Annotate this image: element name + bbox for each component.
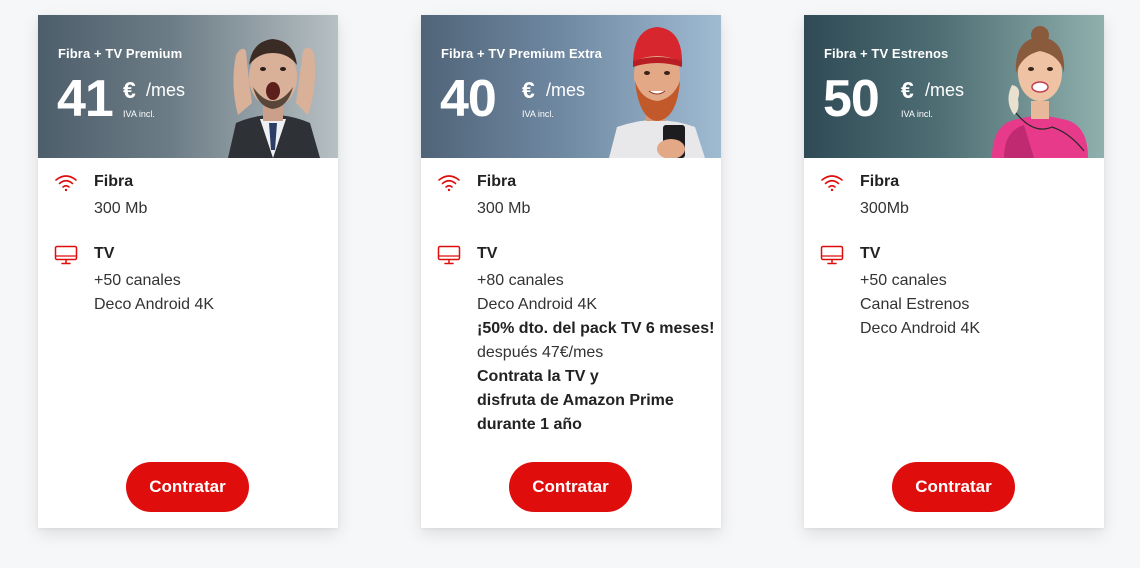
wifi-icon (55, 175, 77, 192)
plan-hero-banner: Fibra + TV Premium Extra 40 € /mes IVA i… (421, 15, 721, 158)
feature-detail: Deco Android 4K (860, 320, 981, 337)
currency-symbol: € (522, 77, 535, 103)
tax-note: IVA incl. (522, 109, 554, 119)
feature-title: Fibra (477, 173, 517, 190)
currency-symbol: € (123, 77, 136, 103)
feature-detail: +50 canales (860, 272, 947, 289)
wifi-icon (438, 175, 460, 192)
price-period: /mes (546, 80, 586, 100)
feature-detail: +80 canales (477, 272, 564, 289)
tax-note: IVA incl. (901, 109, 933, 119)
feature-title: TV (860, 245, 881, 262)
plan-card-fibra-tv-premium: Fibra + TV Premium 41 € /mes IVA incl. F… (38, 15, 338, 528)
feature-title: Fibra (94, 173, 134, 190)
contratar-button[interactable]: Contratar (126, 462, 249, 512)
feature-detail: Deco Android 4K (94, 296, 215, 313)
tax-note: IVA incl. (123, 109, 155, 119)
price-period: /mes (925, 80, 965, 100)
feature-detail: 300 Mb (94, 200, 148, 217)
person-photo-man-with-phone (609, 27, 705, 158)
monitor-icon (437, 245, 461, 265)
plan-price: 50 (823, 70, 880, 128)
plan-card-fibra-tv-estrenos: Fibra + TV Estrenos 50 € /mes IVA incl. … (804, 15, 1104, 528)
wifi-icon (821, 175, 843, 192)
feature-detail: Deco Android 4K (477, 296, 598, 313)
person-photo-surprised-man (228, 39, 320, 158)
plan-price: 40 (440, 70, 497, 128)
promo-amazon-prime: durante 1 año (477, 416, 582, 433)
promo-amazon-prime: disfruta de Amazon Prime (477, 392, 674, 409)
contratar-button[interactable]: Contratar (892, 462, 1015, 512)
currency-symbol: € (901, 77, 914, 103)
contratar-button[interactable]: Contratar (509, 462, 632, 512)
promo-discount: ¡50% dto. del pack TV 6 meses! (477, 320, 715, 337)
feature-detail: 300 Mb (477, 200, 531, 217)
plan-hero-banner: Fibra + TV Estrenos 50 € /mes IVA incl. (804, 15, 1104, 158)
monitor-icon (54, 245, 78, 265)
feature-title: TV (477, 245, 498, 262)
plan-price: 41 (57, 70, 114, 128)
plan-name: Fibra + TV Premium (58, 46, 183, 61)
feature-title: TV (94, 245, 115, 262)
person-photo-woman-on-phone (992, 26, 1088, 158)
price-period: /mes (146, 80, 186, 100)
promo-amazon-prime: Contrata la TV y (477, 368, 599, 385)
plan-name: Fibra + TV Estrenos (824, 46, 949, 61)
plan-hero-banner: Fibra + TV Premium 41 € /mes IVA incl. (38, 15, 338, 158)
feature-title: Fibra (860, 173, 900, 190)
feature-detail: +50 canales (94, 272, 181, 289)
plan-name: Fibra + TV Premium Extra (441, 46, 602, 61)
monitor-icon (820, 245, 844, 265)
promo-after-price: después 47€/mes (477, 344, 604, 361)
feature-detail: Canal Estrenos (860, 296, 970, 313)
plan-card-fibra-tv-premium-extra: Fibra + TV Premium Extra 40 € /mes IVA i… (421, 15, 721, 528)
feature-detail: 300Mb (860, 200, 909, 217)
